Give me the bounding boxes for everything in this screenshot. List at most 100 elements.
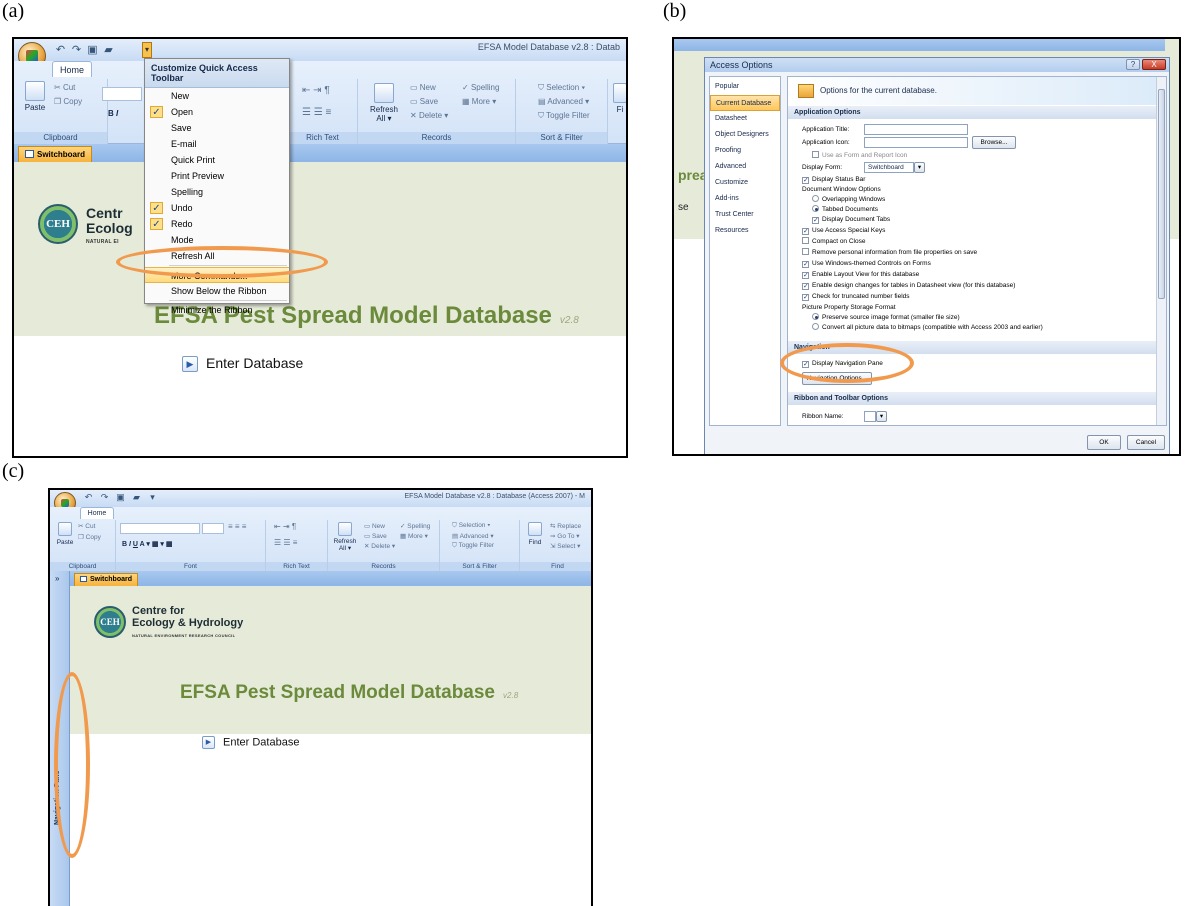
refresh-all-button[interactable]: Refresh All ▾ <box>368 83 400 123</box>
find-button[interactable]: Find <box>524 522 546 547</box>
delete-record-button[interactable]: ✕ Delete ▾ <box>410 111 448 120</box>
app-title-input[interactable] <box>864 124 968 135</box>
compact-on-close-option[interactable]: Compact on Close <box>802 237 865 246</box>
find-button[interactable]: Fi <box>612 83 626 114</box>
options-category-current-database[interactable]: Current Database <box>710 95 780 111</box>
display-document-tabs-option[interactable]: ✓ Display Document Tabs <box>812 215 890 224</box>
selection-button[interactable]: ⛉ Selection ▾ <box>452 522 490 530</box>
spelling-button[interactable]: ✓ Spelling <box>400 522 430 530</box>
access-special-keys-option[interactable]: ✓ Use Access Special Keys <box>802 226 885 235</box>
copy-button[interactable]: ❐ Copy <box>54 97 82 106</box>
menu-item-print-preview[interactable]: Print Preview <box>145 168 289 184</box>
ok-button[interactable]: OK <box>1087 435 1121 450</box>
tab-switchboard[interactable]: Switchboard <box>74 573 139 586</box>
bold-button[interactable]: B I <box>108 109 118 118</box>
menu-item-open[interactable]: ✓ Open <box>145 104 289 120</box>
paste-button[interactable]: Paste <box>54 522 76 547</box>
truncated-number-option[interactable]: ✓ Check for truncated number fields <box>802 292 910 301</box>
cut-button[interactable]: ✂ Cut <box>78 522 95 530</box>
align-icons[interactable]: ≡ ≡ ≡ <box>228 522 246 531</box>
options-category-datasheet[interactable]: Datasheet <box>710 111 780 127</box>
close-button[interactable]: X <box>1142 59 1166 70</box>
more-button[interactable]: ▦ More ▾ <box>400 532 428 540</box>
options-category-customize[interactable]: Customize <box>710 175 780 191</box>
font-size-combo[interactable] <box>202 523 224 534</box>
app-icon-input[interactable] <box>864 137 968 148</box>
menu-item-show-below[interactable]: Show Below the Ribbon <box>145 283 289 299</box>
options-category-proofing[interactable]: Proofing <box>710 143 780 159</box>
overlapping-windows-option[interactable]: Overlapping Windows <box>812 195 885 204</box>
tabbed-documents-option[interactable]: Tabbed Documents <box>812 205 878 214</box>
qat-dropdown-icon[interactable]: ▾ <box>146 492 159 503</box>
menu-item-spelling[interactable]: Spelling <box>145 184 289 200</box>
toggle-filter-button[interactable]: ⛉ Toggle Filter <box>452 542 494 550</box>
menu-item-quick-print[interactable]: Quick Print <box>145 152 289 168</box>
options-category-resources[interactable]: Resources <box>710 223 780 239</box>
menu-item-new[interactable]: New <box>145 88 289 104</box>
display-status-bar-option[interactable]: ✓ Display Status Bar <box>802 175 865 184</box>
tab-switchboard[interactable]: Switchboard <box>18 146 93 162</box>
mode-icon[interactable]: ▣ <box>114 492 127 503</box>
tab-home[interactable]: Home <box>52 61 92 77</box>
preserve-format-option[interactable]: Preserve source image format (smaller fi… <box>812 313 960 322</box>
goto-button[interactable]: ⇒ Go To ▾ <box>550 532 580 540</box>
replace-button[interactable]: ⇆ Replace <box>550 522 581 530</box>
remove-personal-info-option[interactable]: Remove personal information from file pr… <box>802 248 977 257</box>
copy-button[interactable]: ❐ Copy <box>78 533 101 541</box>
qat-customize-dropdown[interactable]: ▾ <box>142 42 152 58</box>
options-category-popular[interactable]: Popular <box>710 79 780 95</box>
font-name-combo[interactable] <box>102 87 142 101</box>
menu-item-minimize-ribbon[interactable]: Minimize the Ribbon <box>145 302 289 318</box>
cancel-button[interactable]: Cancel <box>1127 435 1165 450</box>
refresh-all-button[interactable]: Refresh All ▾ <box>332 522 358 552</box>
use-as-form-icon-option[interactable]: Use as Form and Report Icon <box>812 151 907 160</box>
redo-icon[interactable]: ↷ <box>70 43 83 56</box>
tab-home[interactable]: Home <box>80 507 114 519</box>
indent-icon[interactable]: ⇤ ⇥ ¶ <box>302 85 330 96</box>
paste-button[interactable]: Paste <box>20 81 50 112</box>
menu-item-save[interactable]: Save <box>145 120 289 136</box>
undo-icon[interactable]: ↶ <box>54 43 67 56</box>
options-category-trust-center[interactable]: Trust Center <box>710 207 780 223</box>
indent-icon[interactable]: ⇤ ⇥ ¶ <box>274 522 296 531</box>
advanced-button[interactable]: ▤ Advanced ▾ <box>452 532 494 540</box>
open-icon[interactable]: ▰ <box>130 492 143 503</box>
enter-database-button[interactable]: ▶ Enter Database <box>202 736 299 749</box>
new-record-button[interactable]: ▭ New <box>410 83 436 92</box>
options-category-advanced[interactable]: Advanced <box>710 159 780 175</box>
enter-database-button[interactable]: ▶ Enter Database <box>182 355 303 373</box>
spelling-button[interactable]: ✓ Spelling <box>462 83 499 92</box>
cut-button[interactable]: ✂ Cut <box>54 83 75 92</box>
new-record-button[interactable]: ▭ New <box>364 522 385 530</box>
selection-button[interactable]: ⛉ Selection ▾ <box>538 83 585 93</box>
save-record-button[interactable]: ▭ Save <box>410 97 438 106</box>
more-button[interactable]: ▦ More ▾ <box>462 97 496 106</box>
options-category-object-designers[interactable]: Object Designers <box>710 127 780 143</box>
design-changes-option[interactable]: ✓ Enable design changes for tables in Dat… <box>802 281 1015 290</box>
display-form-select[interactable]: Switchboard <box>864 162 914 173</box>
list-icon[interactable]: ☰ ☰ ≡ <box>274 538 297 547</box>
open-icon[interactable]: ▰ <box>102 43 115 56</box>
menu-item-undo[interactable]: ✓ Undo <box>145 200 289 216</box>
scrollbar-thumb[interactable] <box>1158 89 1165 299</box>
list-icon[interactable]: ☰ ☰ ≡ <box>302 107 331 118</box>
ribbon-name-dropdown-icon[interactable]: ▾ <box>876 411 887 422</box>
convert-bitmaps-option[interactable]: Convert all picture data to bitmaps (com… <box>812 323 1043 332</box>
ribbon-name-select[interactable] <box>864 411 876 422</box>
expand-nav-icon[interactable]: » <box>55 574 59 583</box>
options-scrollbar[interactable] <box>1156 77 1166 425</box>
bold-italic-underline-buttons[interactable]: B I U A ▾ ▦ ▾ ▦ <box>122 540 172 548</box>
font-name-combo[interactable] <box>120 523 200 534</box>
windows-themed-controls-option[interactable]: ✓ Use Windows-themed Controls on Forms <box>802 259 931 268</box>
browse-button[interactable]: Browse... <box>972 136 1016 149</box>
help-button[interactable]: ? <box>1126 59 1140 70</box>
toggle-filter-button[interactable]: ⛉ Toggle Filter <box>538 111 590 121</box>
save-record-button[interactable]: ▭ Save <box>364 532 387 540</box>
mode-icon[interactable]: ▣ <box>86 43 99 56</box>
delete-record-button[interactable]: ✕ Delete ▾ <box>364 542 395 550</box>
select-button[interactable]: ⇲ Select ▾ <box>550 542 580 550</box>
redo-icon[interactable]: ↷ <box>98 492 111 503</box>
layout-view-option[interactable]: ✓ Enable Layout View for this database <box>802 270 919 279</box>
options-category-add-ins[interactable]: Add-ins <box>710 191 780 207</box>
menu-item-e-mail[interactable]: E-mail <box>145 136 289 152</box>
